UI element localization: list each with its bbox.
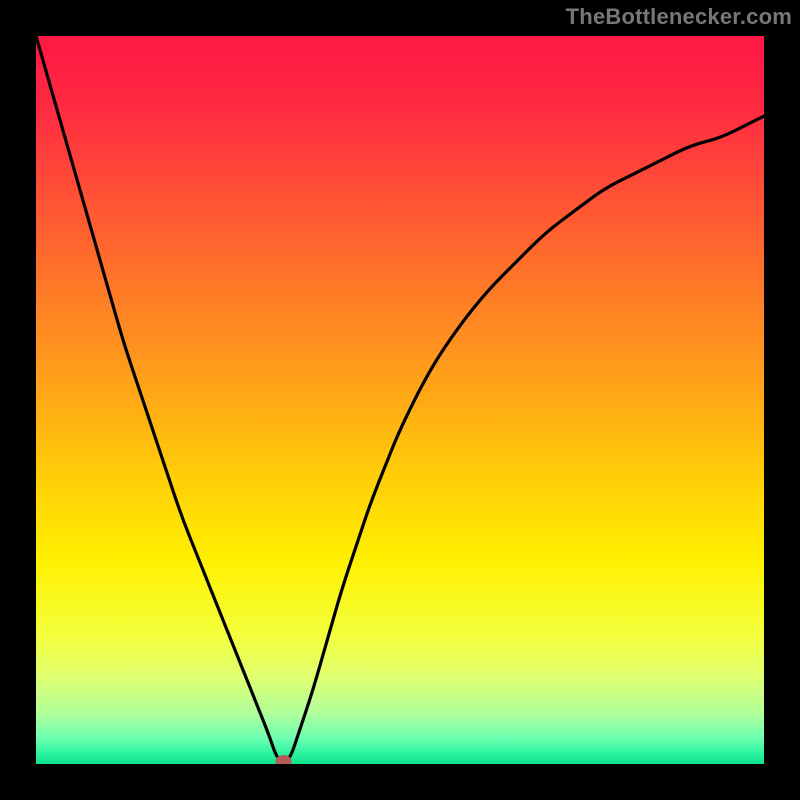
watermark-label: TheBottlenecker.com xyxy=(566,4,792,30)
plot-area xyxy=(36,36,764,764)
bottleneck-chart xyxy=(36,36,764,764)
gradient-background xyxy=(36,36,764,764)
chart-frame: TheBottlenecker.com xyxy=(0,0,800,800)
